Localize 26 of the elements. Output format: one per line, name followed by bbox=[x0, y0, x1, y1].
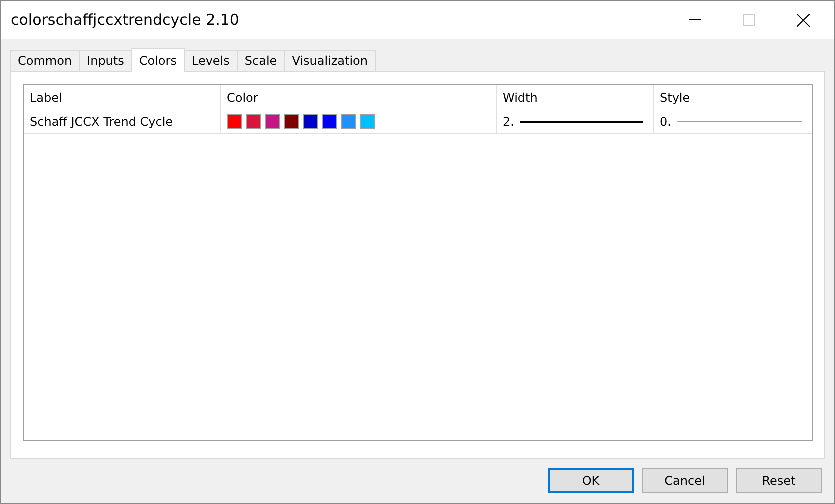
color-swatch[interactable] bbox=[265, 114, 280, 129]
tab[interactable]: Colors bbox=[131, 48, 185, 72]
close-icon[interactable] bbox=[796, 14, 810, 26]
style-value: 0. bbox=[660, 114, 672, 128]
dialog-button[interactable]: OK bbox=[548, 468, 634, 493]
table-cell: Schaff JCCX Trend Cycle bbox=[30, 114, 174, 128]
column-header: Width bbox=[503, 90, 538, 104]
color-swatch[interactable] bbox=[246, 114, 261, 129]
color-swatch[interactable] bbox=[227, 114, 242, 129]
color-swatch[interactable] bbox=[284, 114, 299, 129]
line-width-sample[interactable] bbox=[520, 120, 643, 122]
window-title: colorschaffjccxtrendcycle 2.10 bbox=[11, 11, 240, 29]
minimize-icon[interactable] bbox=[689, 19, 701, 21]
tab[interactable]: Visualization bbox=[284, 50, 376, 72]
width-value: 2. bbox=[503, 114, 514, 128]
tab[interactable]: Common bbox=[10, 50, 80, 72]
column-header: Style bbox=[660, 90, 690, 104]
color-swatch[interactable] bbox=[303, 114, 318, 129]
maximize-icon[interactable] bbox=[743, 14, 755, 26]
color-swatch[interactable] bbox=[341, 114, 356, 129]
color-swatch[interactable] bbox=[360, 114, 375, 129]
dialog-button[interactable]: Reset bbox=[736, 468, 822, 493]
column-header: Color bbox=[227, 90, 258, 104]
color-swatch[interactable] bbox=[322, 114, 337, 129]
column-header: Label bbox=[30, 90, 62, 104]
dialog-button[interactable]: Cancel bbox=[642, 468, 728, 493]
